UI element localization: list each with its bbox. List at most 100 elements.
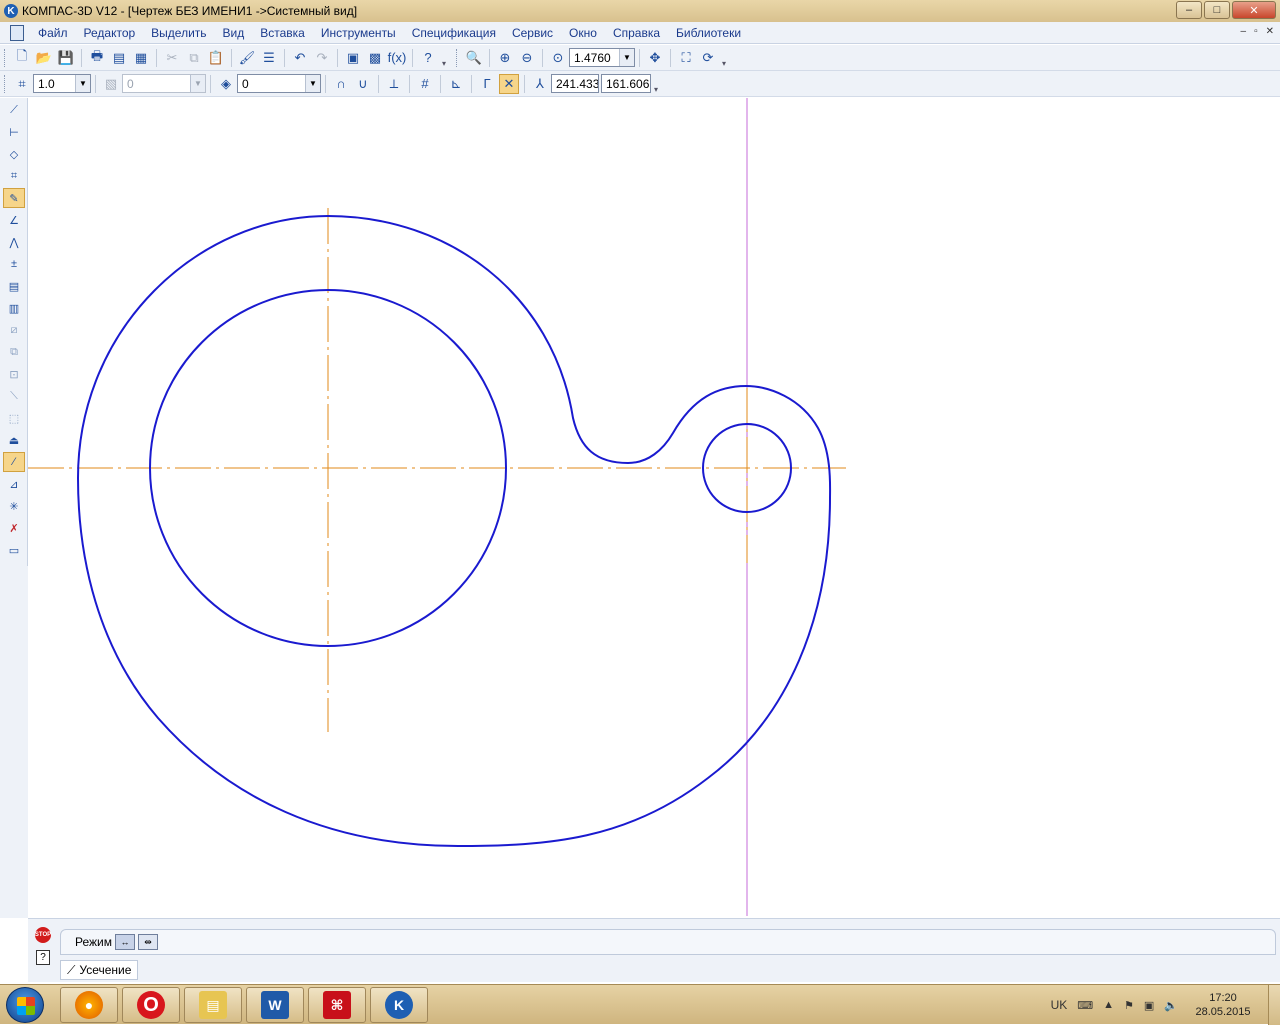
show-desktop-button[interactable]	[1268, 985, 1280, 1025]
break-curve-icon[interactable]: ⊿	[3, 474, 25, 494]
trim-mode-inside-button[interactable]: ↔	[115, 934, 135, 950]
selection-icon[interactable]: ⋀	[3, 232, 25, 252]
zoom-combo[interactable]: 1.4760 ▼	[569, 48, 635, 67]
equidistant-icon[interactable]: ▭	[3, 540, 25, 560]
reports-icon[interactable]: ▥	[3, 298, 25, 318]
save-icon[interactable]: 💾	[56, 48, 76, 68]
trim-curve-icon[interactable]: ⁄	[3, 452, 25, 472]
properties-icon[interactable]: ☰	[259, 48, 279, 68]
taskbar-acrobat[interactable]: ⌘	[308, 987, 366, 1023]
copy-icon[interactable]: ⧉	[184, 48, 204, 68]
start-button[interactable]	[6, 987, 44, 1023]
network-icon[interactable]: ▣	[1144, 999, 1154, 1012]
help-icon[interactable]: ?	[36, 950, 50, 965]
symbols-icon[interactable]: ◇	[3, 144, 25, 164]
refresh-icon[interactable]: ⟳	[698, 48, 718, 68]
show-all-icon[interactable]: ⛶	[676, 48, 696, 68]
library-icon[interactable]: ▩	[365, 48, 385, 68]
round-icon[interactable]: Г	[477, 74, 497, 94]
tray-expand-icon[interactable]: ▲	[1103, 999, 1114, 1011]
print-icon[interactable]: 🖶	[87, 48, 107, 68]
toolbar-grip[interactable]	[4, 48, 7, 67]
zoom-out-icon[interactable]: ⊖	[517, 48, 537, 68]
variables-icon[interactable]: f(x)	[387, 48, 407, 68]
view-icon[interactable]: ▧	[101, 74, 121, 94]
undo-icon[interactable]: ↶	[290, 48, 310, 68]
doc-minimize-button[interactable]: –	[1241, 26, 1247, 37]
cursor-step-icon[interactable]: ⌗	[12, 74, 32, 94]
open-folder-icon[interactable]: 📂	[34, 48, 54, 68]
taskbar-kompas[interactable]: K	[370, 987, 428, 1023]
menu-insert[interactable]: Вставка	[252, 26, 313, 40]
command-tab[interactable]: ⟋ Усечение	[60, 960, 139, 980]
view-combo[interactable]: 0 ▼	[122, 74, 206, 93]
keyboard-icon[interactable]: ⌨	[1077, 999, 1093, 1012]
menu-select[interactable]: Выделить	[143, 26, 214, 40]
grid-icon[interactable]: #	[415, 74, 435, 94]
snap-point-icon[interactable]: ✕	[499, 73, 519, 94]
edit-icon[interactable]: ⌗	[3, 166, 25, 186]
step-combo[interactable]: 1.0 ▼	[33, 74, 91, 93]
minimize-button[interactable]: –	[1176, 1, 1202, 19]
menu-window[interactable]: Окно	[561, 26, 605, 40]
fillet-icon[interactable]: ✳	[3, 496, 25, 516]
menu-file[interactable]: Файл	[30, 26, 76, 40]
print-setup-icon[interactable]: ▦	[131, 48, 151, 68]
menu-view[interactable]: Вид	[215, 26, 253, 40]
new-document-icon[interactable]: 🗋	[12, 48, 32, 68]
toolbar-overflow-icon[interactable]: ▾	[722, 48, 732, 68]
kompas-logo-icon[interactable]: K	[4, 4, 18, 18]
taskbar-firefox[interactable]: ●	[60, 987, 118, 1023]
close-button[interactable]: ✕	[1232, 1, 1276, 19]
coordinates-icon[interactable]: ⅄	[530, 74, 550, 94]
clock[interactable]: 17:20 28.05.2015	[1188, 991, 1258, 1019]
spec-icon[interactable]: ▤	[3, 276, 25, 296]
help-pointer-icon[interactable]: ?	[418, 48, 438, 68]
line-icon[interactable]: ⧉	[3, 342, 25, 362]
doc-close-button[interactable]: ✕	[1266, 26, 1274, 37]
redo-icon[interactable]: ↷	[312, 48, 332, 68]
point-icon[interactable]: ⧄	[3, 320, 25, 340]
toolbar-overflow-icon[interactable]: ▾	[442, 48, 452, 68]
coord-y-field[interactable]: 161.606	[601, 74, 651, 93]
snap-magnet-icon[interactable]: ∩	[331, 74, 351, 94]
parameterization-icon[interactable]: ✎	[3, 188, 25, 208]
taskbar-opera[interactable]: O	[122, 987, 180, 1023]
chevron-down-icon[interactable]: ▼	[190, 75, 205, 92]
layer-combo[interactable]: 0 ▼	[237, 74, 321, 93]
snap-settings-icon[interactable]: ∪	[353, 74, 373, 94]
circle-icon[interactable]: ⊡	[3, 364, 25, 384]
chevron-down-icon[interactable]: ▼	[619, 49, 634, 66]
zoom-in-icon[interactable]: ⊕	[495, 48, 515, 68]
zoom-scale-icon[interactable]: ⊙	[548, 48, 568, 68]
menu-service[interactable]: Сервис	[504, 26, 561, 40]
document-menu-icon[interactable]	[10, 24, 24, 41]
trim-mode-outside-button[interactable]: ⇹	[138, 934, 158, 950]
print-preview-icon[interactable]: ▤	[109, 48, 129, 68]
taskbar-word[interactable]: W	[246, 987, 304, 1023]
chevron-down-icon[interactable]: ▼	[75, 75, 90, 92]
doc-restore-button[interactable]: ▫	[1254, 26, 1258, 37]
polyline-icon[interactable]: ⏏	[3, 430, 25, 450]
dimensions-icon[interactable]: ⊢	[3, 122, 25, 142]
cut-icon[interactable]: ✂	[162, 48, 182, 68]
zoom-window-icon[interactable]: 🔍	[464, 48, 484, 68]
toolbar-overflow-icon[interactable]: ▾	[654, 74, 664, 94]
delete-part-icon[interactable]: ✗	[3, 518, 25, 538]
manager-icon[interactable]: ▣	[343, 48, 363, 68]
geometry-icon[interactable]: ⟋	[3, 100, 25, 120]
measure-icon[interactable]: ∠	[3, 210, 25, 230]
menu-help[interactable]: Справка	[605, 26, 668, 40]
maximize-button[interactable]: □	[1204, 1, 1230, 19]
associative-view-icon[interactable]: ±	[3, 254, 25, 274]
language-indicator[interactable]: UK	[1051, 998, 1068, 1012]
format-painter-icon[interactable]: 🖌	[237, 48, 257, 68]
menu-libraries[interactable]: Библиотеки	[668, 26, 749, 40]
menu-specification[interactable]: Спецификация	[404, 26, 504, 40]
drawing-canvas[interactable]	[28, 98, 1280, 916]
ellipse-icon[interactable]: ⬚	[3, 408, 25, 428]
action-center-flag-icon[interactable]: ⚑	[1124, 999, 1134, 1012]
pan-icon[interactable]: ✥	[645, 48, 665, 68]
menu-editor[interactable]: Редактор	[76, 26, 144, 40]
volume-icon[interactable]: 🔈	[1164, 999, 1178, 1012]
